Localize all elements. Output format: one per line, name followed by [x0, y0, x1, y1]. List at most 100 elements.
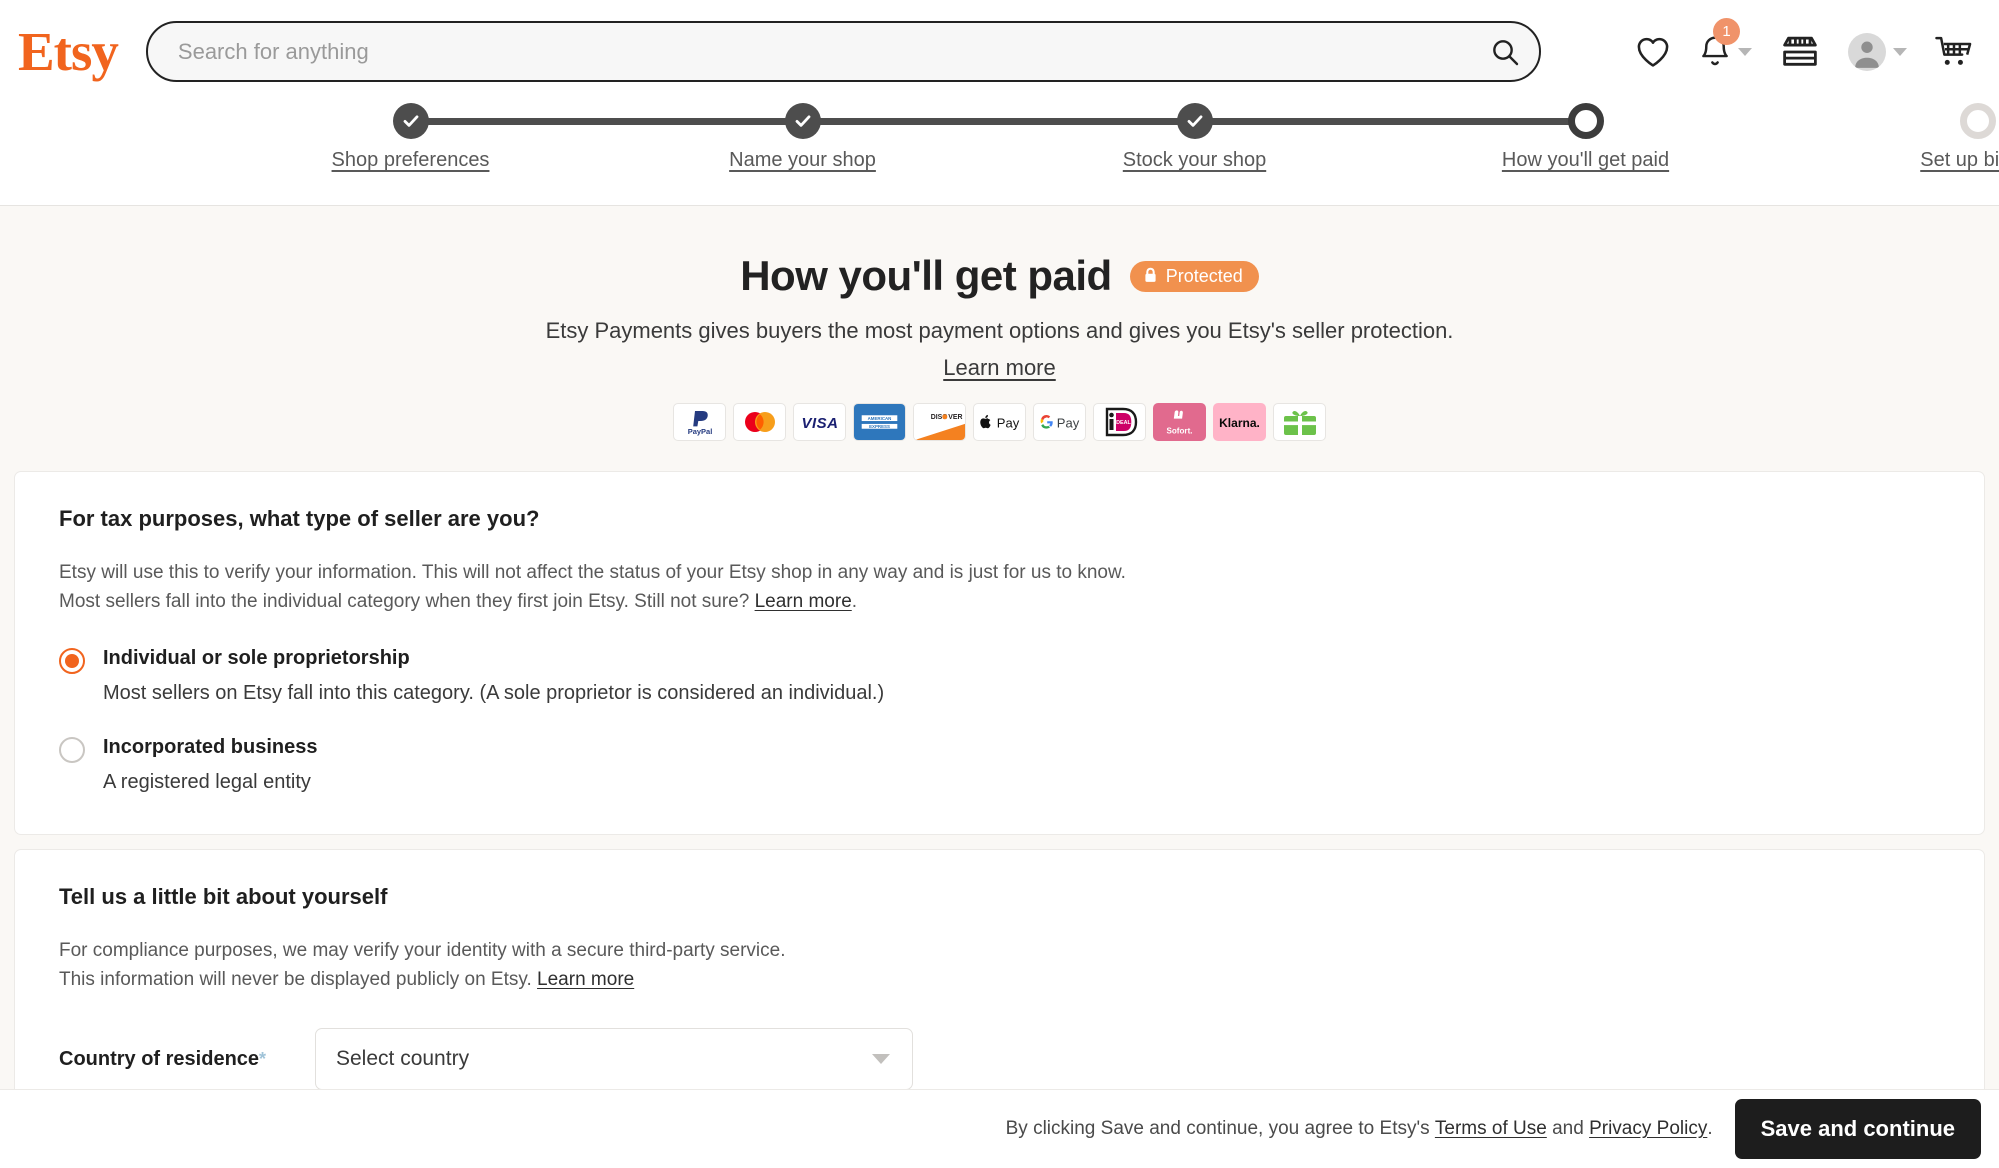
radio-individual-texts: Individual or sole proprietorship Most s…: [103, 646, 884, 705]
svg-text:Pay: Pay: [996, 415, 1019, 430]
step-stock-your-shop[interactable]: [1176, 103, 1213, 139]
svg-text:Klarna.: Klarna.: [1219, 416, 1260, 430]
visa-icon: VISA: [801, 415, 838, 432]
payment-logo-american-express: AMERICAN EXPRESS: [853, 403, 906, 441]
country-select[interactable]: Select country: [315, 1028, 913, 1091]
terms-text-period: .: [1707, 1118, 1713, 1139]
svg-text:VISA: VISA: [801, 415, 838, 432]
onboarding-stepper: Shop preferences Name your shop Stock yo…: [0, 103, 1999, 206]
account-button[interactable]: [1848, 32, 1907, 71]
seller-type-heading: For tax purposes, what type of seller ar…: [59, 506, 540, 531]
radio-incorporated-title: Incorporated business: [103, 736, 318, 759]
payment-logo-ideal: DEAL: [1093, 403, 1146, 441]
radio-individual[interactable]: [59, 648, 85, 675]
stepper-labels: Shop preferences Name your shop Stock yo…: [200, 149, 1999, 179]
step-label-name-your-shop[interactable]: Name your shop: [729, 149, 876, 172]
payment-logo-paypal: PayPal: [673, 403, 726, 441]
save-and-continue-button[interactable]: Save and continue: [1734, 1099, 1981, 1159]
country-of-residence-label: Country of residence*: [59, 1048, 315, 1071]
lock-icon: [1145, 267, 1156, 282]
check-icon: [403, 115, 418, 127]
svg-text:Sofort.: Sofort.: [1166, 427, 1192, 436]
radio-incorporated-desc: A registered legal entity: [103, 771, 311, 794]
step-shop-preferences[interactable]: [392, 103, 429, 139]
country-select-value: Select country: [336, 1047, 470, 1071]
heart-icon: [1637, 37, 1669, 67]
svg-text:DEAL: DEAL: [1116, 420, 1131, 426]
required-marker: *: [259, 1048, 267, 1069]
radio-incorporated-texts: Incorporated business A registered legal…: [103, 735, 318, 794]
hero-subtitle: Etsy Payments gives buyers the most paym…: [545, 318, 1454, 343]
step-dot-current: [1567, 103, 1604, 139]
gift-card-icon: [1283, 411, 1316, 435]
seller-type-option-individual[interactable]: Individual or sole proprietorship Most s…: [59, 646, 1940, 705]
sofort-icon: Sofort.: [1166, 410, 1193, 436]
step-label-stock-your-shop[interactable]: Stock your shop: [1123, 149, 1266, 172]
favorites-button[interactable]: [1635, 35, 1671, 68]
search-icon: [1493, 39, 1519, 65]
notifications-button[interactable]: 1: [1699, 17, 1752, 70]
about-description-line1: For compliance purposes, we may verify y…: [59, 940, 786, 962]
payment-logo-discover: DISC VER: [913, 403, 966, 441]
user-icon: [1855, 41, 1879, 68]
paypal-icon: PayPal: [687, 411, 712, 436]
step-dot-upcoming: [1959, 103, 1996, 139]
step-label-set-up-billing[interactable]: Set up billing: [1920, 149, 1999, 172]
terms-of-use-link[interactable]: Terms of Use: [1435, 1118, 1547, 1139]
storefront-icon: [1783, 36, 1817, 66]
check-icon: [1187, 115, 1202, 127]
seller-type-learn-more-link[interactable]: Learn more: [755, 591, 852, 612]
stepper-track-area: [200, 103, 1996, 149]
terms-text-and: and: [1552, 1118, 1584, 1139]
etsy-logo[interactable]: Etsy: [18, 24, 119, 79]
step-how-youll-get-paid[interactable]: [1567, 103, 1604, 139]
shop-manager-button[interactable]: [1780, 35, 1820, 69]
svg-text:PayPal: PayPal: [687, 427, 712, 436]
seller-type-option-incorporated[interactable]: Incorporated business A registered legal…: [59, 735, 1940, 794]
svg-text:AMERICAN: AMERICAN: [868, 416, 892, 421]
radio-incorporated[interactable]: [59, 737, 85, 764]
payment-logo-mastercard: [733, 403, 786, 441]
country-of-residence-field: Country of residence* Select country: [59, 1028, 1940, 1091]
mastercard-icon: [744, 412, 775, 432]
privacy-policy-link[interactable]: Privacy Policy: [1589, 1118, 1707, 1139]
about-yourself-description: For compliance purposes, we may verify y…: [59, 936, 1940, 994]
radio-individual-title: Individual or sole proprietorship: [103, 647, 410, 670]
klarna-icon: Klarna.: [1219, 416, 1260, 430]
svg-text:VER: VER: [948, 414, 962, 421]
chevron-down-icon: [1738, 47, 1752, 56]
step-name-your-shop[interactable]: [784, 103, 821, 139]
seller-type-card-inner: For tax purposes, what type of seller ar…: [15, 506, 1984, 834]
step-label-how-youll-get-paid[interactable]: How you'll get paid: [1502, 149, 1669, 172]
cart-button[interactable]: [1935, 35, 1973, 69]
protected-badge-label: Protected: [1165, 265, 1243, 286]
chevron-down-icon: [1893, 47, 1907, 56]
header-icon-group: 1: [1635, 17, 1983, 71]
step-label-shop-preferences[interactable]: Shop preferences: [332, 149, 490, 172]
payment-logo-gift-card: [1273, 403, 1326, 441]
hero-learn-more-link[interactable]: Learn more: [943, 355, 1056, 381]
payment-logo-klarna: Klarna.: [1213, 403, 1266, 441]
hero-section: How you'll get paid Protected Etsy Payme…: [0, 206, 1999, 471]
apple-pay-icon: Pay: [979, 414, 1019, 430]
payment-logo-apple-pay: Pay: [973, 403, 1026, 441]
terms-text-pre: By clicking Save and continue, you agree…: [1005, 1118, 1430, 1139]
amex-icon: AMERICAN EXPRESS: [854, 404, 905, 440]
ideal-icon: DEAL: [1105, 407, 1137, 437]
payment-methods-row: PayPal VISA AMERICAN EXPRESS DISC VER Pa…: [0, 403, 1999, 441]
search-button[interactable]: [1481, 28, 1529, 76]
cart-icon: [1935, 36, 1972, 65]
about-learn-more-link[interactable]: Learn more: [537, 969, 634, 990]
seller-type-description-line2: Most sellers fall into the individual ca…: [59, 591, 750, 613]
search-bar[interactable]: [145, 21, 1541, 82]
terms-agreement-text: By clicking Save and continue, you agree…: [1006, 1118, 1713, 1140]
payment-logo-sofort: Sofort.: [1153, 403, 1206, 441]
check-icon: [795, 115, 810, 127]
google-pay-icon: Pay: [1040, 414, 1079, 430]
step-set-up-billing[interactable]: [1959, 103, 1996, 139]
country-label-text: Country of residence: [59, 1047, 260, 1070]
protected-badge: Protected: [1129, 260, 1259, 292]
search-input[interactable]: [177, 38, 1481, 65]
radio-individual-desc: Most sellers on Etsy fall into this cate…: [103, 682, 885, 705]
discover-icon: DISC VER: [914, 404, 965, 440]
